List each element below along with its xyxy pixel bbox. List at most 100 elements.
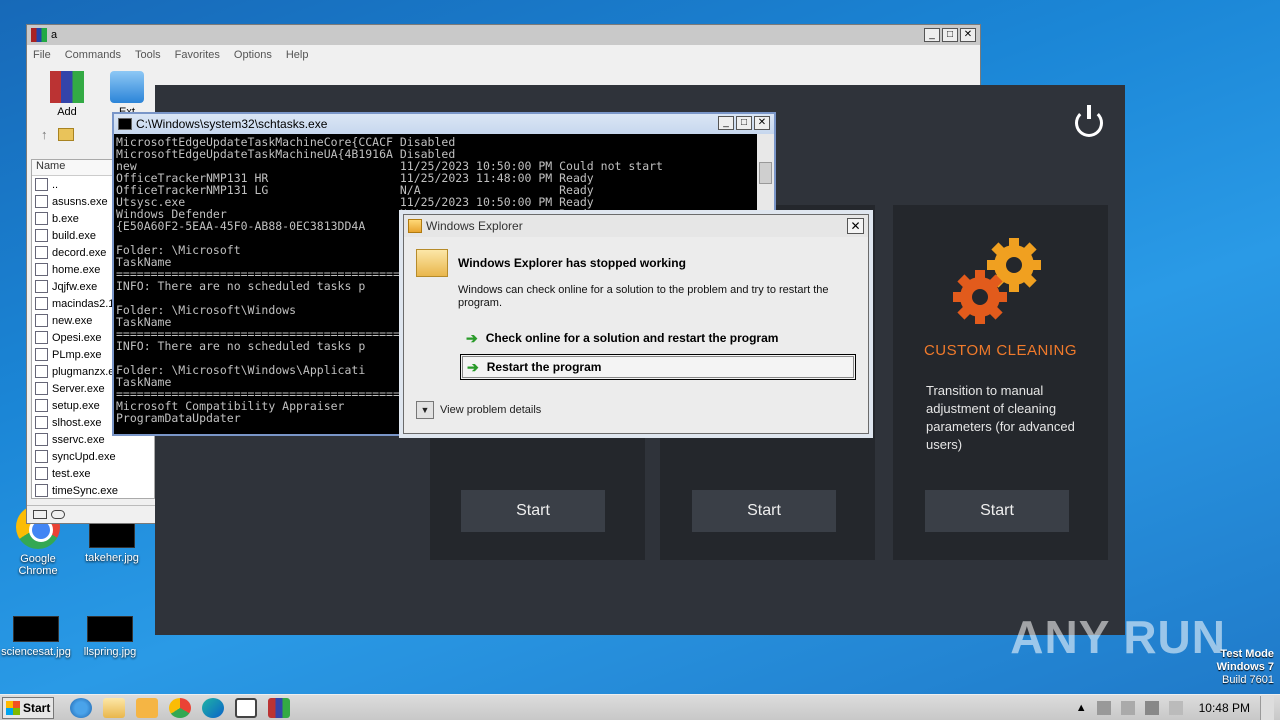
monitor-icon[interactable] xyxy=(1144,701,1159,715)
desktop-icon-label: Google Chrome xyxy=(18,553,58,577)
file-name: PLmp.exe xyxy=(52,348,102,361)
card-description: Transition to manual adjustment of clean… xyxy=(926,383,1075,452)
chevron-up-icon[interactable]: ▲ xyxy=(1076,702,1087,714)
error-dialog: Windows Explorer ✕ Windows Explorer has … xyxy=(403,214,869,434)
start-label: Start xyxy=(23,700,51,715)
file-name: new.exe xyxy=(52,314,93,327)
green-arrow-icon: ➔ xyxy=(466,329,478,346)
media-player-icon[interactable] xyxy=(136,697,158,718)
file-icon xyxy=(35,212,48,225)
start-button[interactable]: Start xyxy=(692,490,836,532)
scrollbar-thumb[interactable] xyxy=(759,162,772,184)
file-list-item[interactable]: timeSync.exe xyxy=(32,482,154,498)
restart-program-option[interactable]: ➔ Restart the program xyxy=(460,354,856,380)
file-icon xyxy=(35,331,48,344)
start-button[interactable]: Start xyxy=(2,696,54,719)
menu-file[interactable]: File xyxy=(33,49,51,61)
desktop-icon-sciencesat[interactable]: sciencesat.jpg xyxy=(0,616,74,658)
file-icon xyxy=(35,365,48,378)
menu-commands[interactable]: Commands xyxy=(65,49,121,61)
file-icon xyxy=(35,467,48,480)
check-online-option[interactable]: ➔ Check online for a solution and restar… xyxy=(460,325,856,351)
chevron-down-icon: ▼ xyxy=(416,401,434,419)
menu-help[interactable]: Help xyxy=(286,49,309,61)
file-icon xyxy=(35,195,48,208)
file-name: build.exe xyxy=(52,229,97,242)
close-button[interactable]: ✕ xyxy=(960,28,976,42)
explorer-folder-icon[interactable] xyxy=(103,697,125,718)
menu-tools[interactable]: Tools xyxy=(135,49,161,61)
desktop-icon-takeher[interactable]: takeher.jpg xyxy=(74,522,150,564)
file-name: asusns.exe xyxy=(52,195,108,208)
minimize-button[interactable]: _ xyxy=(718,116,734,130)
cmd-titlebar[interactable]: C:\Windows\system32\schtasks.exe _ □ ✕ xyxy=(114,114,774,134)
file-icon xyxy=(35,382,48,395)
start-button[interactable]: Start xyxy=(925,490,1069,532)
file-name: b.exe xyxy=(52,212,79,225)
file-name: Opesi.exe xyxy=(52,331,102,344)
image-file-icon xyxy=(13,616,59,642)
winrar-taskbar-icon[interactable] xyxy=(268,697,290,718)
chrome-icon[interactable] xyxy=(169,697,191,718)
winrar-titlebar[interactable]: a _ □ ✕ xyxy=(27,25,980,45)
close-button[interactable]: ✕ xyxy=(754,116,770,130)
edge-icon[interactable] xyxy=(202,697,224,718)
add-button[interactable]: Add xyxy=(47,71,87,118)
volume-icon[interactable] xyxy=(1120,701,1135,715)
start-button[interactable]: Start xyxy=(461,490,605,532)
parent-folder-icon xyxy=(35,178,48,191)
add-label: Add xyxy=(57,106,77,118)
winrar-icon xyxy=(31,28,47,42)
explorer-icon xyxy=(408,219,422,233)
file-name: slhost.exe xyxy=(52,416,102,429)
network-icon[interactable] xyxy=(1096,701,1111,715)
up-arrow-icon[interactable]: ↑ xyxy=(41,127,48,142)
extract-button[interactable]: Ext xyxy=(107,71,147,118)
menu-bar: File Commands Tools Favorites Options He… xyxy=(27,45,980,65)
file-name: syncUpd.exe xyxy=(52,450,116,463)
archive-add-icon xyxy=(50,71,84,103)
folder-icon xyxy=(416,249,448,277)
windows-logo-icon xyxy=(6,700,20,715)
window-title: a xyxy=(51,29,58,41)
ie-icon[interactable] xyxy=(70,697,92,718)
test-mode-line: Test Mode xyxy=(1220,648,1274,660)
maximize-button[interactable]: □ xyxy=(942,28,958,42)
clock[interactable]: 10:48 PM xyxy=(1199,701,1250,715)
file-name: decord.exe xyxy=(52,246,107,259)
desktop-icon-label: takeher.jpg xyxy=(85,552,139,564)
dialog-heading: Windows Explorer has stopped working xyxy=(458,256,686,270)
dialog-message: Windows can check online for a solution … xyxy=(458,284,829,309)
desktop-icon-label: sciencesat.jpg xyxy=(1,646,71,658)
dialog-titlebar[interactable]: Windows Explorer xyxy=(404,215,868,237)
minimize-button[interactable]: _ xyxy=(924,28,940,42)
desktop-icon-label: llspring.jpg xyxy=(83,646,137,658)
maximize-button[interactable]: □ xyxy=(736,116,752,130)
file-icon xyxy=(35,416,48,429)
view-details-toggle[interactable]: ▼ View problem details xyxy=(416,401,541,419)
menu-options[interactable]: Options xyxy=(234,49,272,61)
file-name: Jqjfw.exe xyxy=(52,280,98,293)
close-button[interactable]: ✕ xyxy=(847,218,864,234)
file-list-item[interactable]: syncUpd.exe xyxy=(32,448,154,465)
file-list-item[interactable]: test.exe xyxy=(32,465,154,482)
option-label: Restart the program xyxy=(486,360,602,374)
menu-favorites[interactable]: Favorites xyxy=(175,49,220,61)
power-icon[interactable] xyxy=(1075,105,1103,137)
file-name: timeSync.exe xyxy=(52,484,119,497)
details-label: View problem details xyxy=(440,404,542,416)
window-title: C:\Windows\system32\schtasks.exe xyxy=(136,117,328,131)
file-icon xyxy=(35,246,48,259)
file-icon xyxy=(35,399,48,412)
file-name: macindas2.1 xyxy=(52,297,115,310)
file-icon xyxy=(35,484,48,497)
file-name: setup.exe xyxy=(52,399,100,412)
cmd-taskbar-icon[interactable] xyxy=(235,697,257,718)
desktop-icon-llspring[interactable]: llspring.jpg xyxy=(72,616,148,658)
action-center-flag-icon[interactable] xyxy=(1168,701,1183,715)
file-name: sservc.exe xyxy=(52,433,105,446)
anyrun-watermark: ANY RUN xyxy=(1010,611,1226,663)
show-desktop-button[interactable] xyxy=(1260,696,1274,720)
file-name: .. xyxy=(52,178,59,191)
status-bar xyxy=(27,505,157,523)
